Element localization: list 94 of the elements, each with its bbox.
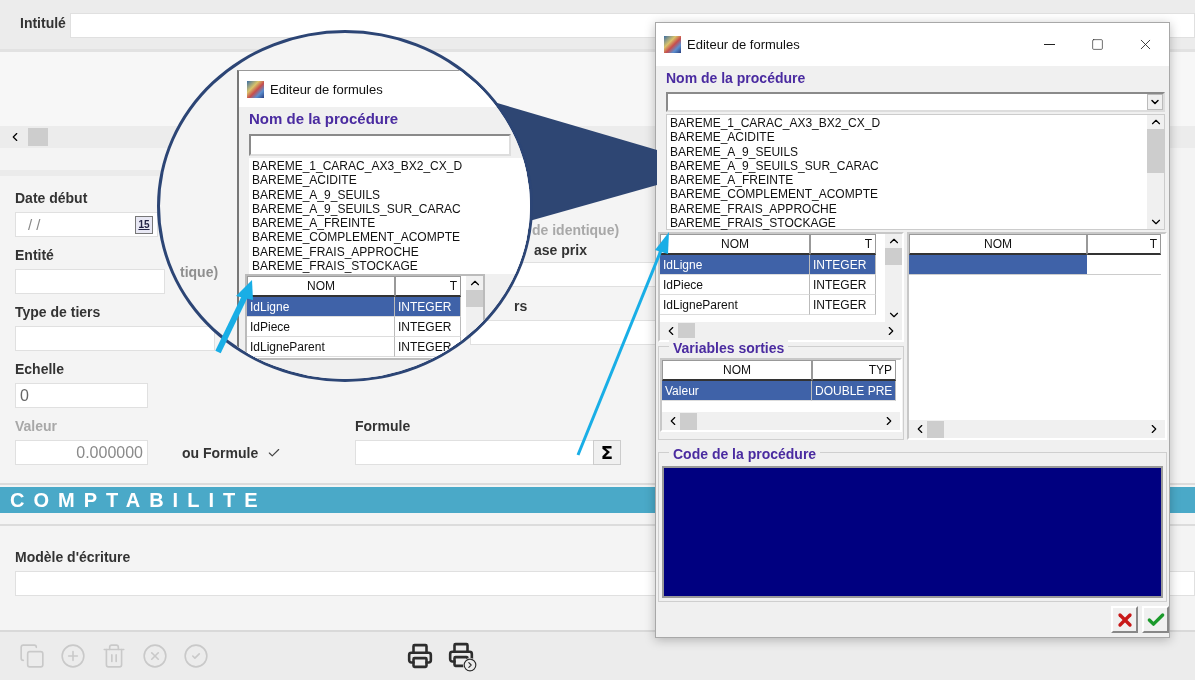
list-item[interactable]: BAREME_A_FREINTE	[670, 173, 794, 188]
confirm-button[interactable]	[1142, 606, 1169, 633]
app-icon	[664, 36, 681, 53]
column-header[interactable]: TYP	[812, 360, 896, 381]
list-item[interactable]: BAREME_FRAIS_APPROCHE	[252, 244, 419, 260]
scrollbar-thumb[interactable]	[1147, 129, 1164, 173]
list-item[interactable]: BAREME_1_CARAC_AX3_BX2_CX_D	[670, 116, 881, 131]
section-label: Nom de la procédure	[665, 69, 807, 88]
table-cell: INTEGER	[810, 275, 876, 295]
field-label: rs	[514, 297, 528, 316]
list-item[interactable]: BAREME_A_9_SEUILS_SUR_CARAC	[252, 201, 461, 217]
input-field[interactable]: 0	[15, 383, 148, 408]
table-row[interactable]: IdPiece INTEGER	[660, 275, 885, 295]
scrollbar-thumb[interactable]	[885, 248, 902, 265]
table-cell: IdPiece	[660, 275, 810, 295]
hint-text: de identique)	[532, 222, 620, 238]
table-cell: INTEGER	[810, 255, 876, 275]
list-item[interactable]: BAREME_1_CARAC_AX3_BX2_CX_D	[252, 159, 463, 174]
vertical-scrollbar[interactable]	[1147, 115, 1164, 229]
field-label: ase prix	[534, 241, 587, 260]
column-header[interactable]: T	[395, 276, 461, 297]
calendar-button[interactable]: 15	[135, 215, 153, 234]
column-header[interactable]: NOM	[660, 234, 810, 255]
table-row[interactable]: IdLigneParent INTEGER	[247, 337, 466, 357]
field-label: Modèle d'écriture	[15, 548, 131, 567]
field-label: Valeur	[15, 417, 58, 436]
field-label: Echelle	[15, 360, 65, 379]
window-title: Editeur de formules	[270, 81, 384, 97]
list-item[interactable]: BAREME_A_9_SEUILS	[670, 144, 799, 159]
table-row[interactable]: IdPiece INTEGER	[247, 317, 466, 337]
column-header[interactable]: NOM	[247, 276, 395, 297]
app-icon	[247, 80, 264, 98]
dropdown-field[interactable]	[249, 134, 511, 156]
list-item[interactable]: BAREME_FRAIS_APPROCHE	[670, 201, 837, 217]
checkbox-label: ou Formule	[182, 443, 259, 463]
table-row[interactable]: Valeur DOUBLE PRE	[662, 381, 900, 401]
x-circle-icon	[142, 643, 168, 669]
table-cell: IdLigne	[247, 297, 395, 317]
table-cell: INTEGER	[395, 297, 461, 317]
maximize-icon	[1090, 38, 1104, 51]
table-row[interactable]: IdLigneParent INTEGER	[660, 295, 885, 315]
scrollbar-thumb[interactable]	[927, 420, 944, 438]
list-item[interactable]: BAREME_FRAIS_STOCKAGE	[252, 259, 418, 274]
printer-icon	[407, 643, 433, 669]
print-button[interactable]	[406, 642, 434, 670]
formula-button[interactable]: Σ	[593, 440, 621, 465]
dropdown-field[interactable]	[666, 92, 1165, 112]
section-label: Nom de la procédure	[248, 109, 400, 129]
column-header[interactable]: T	[810, 234, 876, 255]
print-export-button[interactable]	[447, 642, 475, 670]
field-label: Intitulé	[20, 14, 66, 33]
table-row[interactable]: IdLigne INTEGER	[247, 297, 466, 317]
list-item[interactable]: BAREME_COMPLEMENT_ACOMPTE	[670, 187, 879, 202]
scrollbar-thumb[interactable]	[680, 412, 697, 430]
field-label: Formule	[355, 417, 411, 436]
scrollbar-thumb[interactable]	[466, 290, 483, 307]
column-header[interactable]: T	[1087, 234, 1161, 255]
minimize-icon	[1043, 44, 1055, 45]
list-item[interactable]: BAREME_A_9_SEUILS	[252, 187, 381, 202]
table-cell: Valeur	[662, 381, 812, 401]
printer-arrow-icon	[447, 642, 475, 670]
column-header[interactable]: NOM	[662, 360, 812, 381]
field-label: Entité	[15, 246, 54, 265]
table-cell: INTEGER	[810, 295, 876, 315]
input-field[interactable]: Σ	[355, 440, 621, 465]
field-label: Type de tiers	[15, 303, 101, 322]
table-cell: DOUBLE PRE	[812, 381, 896, 401]
table-cell: IdLigneParent	[247, 337, 395, 357]
scrollbar-thumb[interactable]	[28, 128, 48, 146]
list-item[interactable]: BAREME_FRAIS_STOCKAGE	[670, 216, 836, 231]
table-cell: IdLigneParent	[660, 295, 810, 315]
list-item[interactable]: BAREME_ACIDITE	[670, 130, 775, 145]
window-title: Editeur de formules	[687, 37, 801, 52]
list-item[interactable]: BAREME_A_FREINTE	[252, 216, 376, 231]
copy-icon	[19, 643, 45, 669]
date-field[interactable]: / / 15	[15, 212, 158, 237]
input-field[interactable]	[15, 269, 165, 294]
dropdown-button[interactable]	[1147, 94, 1163, 110]
field-label: Date début	[15, 189, 88, 208]
table-cell: INTEGER	[395, 317, 461, 337]
table-cell: IdPiece	[247, 317, 395, 337]
column-header[interactable]: NOM	[909, 234, 1087, 255]
cancel-button[interactable]	[1111, 606, 1138, 633]
trash-icon	[101, 643, 127, 669]
check-circle-icon	[183, 643, 209, 669]
list-item[interactable]: BAREME_ACIDITE	[252, 173, 357, 188]
hint-text: tique)	[180, 264, 219, 280]
table-row[interactable]: IdLigne INTEGER	[660, 255, 885, 275]
list-item[interactable]: BAREME_COMPLEMENT_ACOMPTE	[252, 230, 461, 245]
plus-circle-icon	[60, 643, 86, 669]
table-cell: IdLigne	[660, 255, 810, 275]
table-cell: INTEGER	[395, 337, 461, 357]
input-field[interactable]	[15, 326, 215, 351]
list-item[interactable]: BAREME_A_9_SEUILS_SUR_CARAC	[670, 158, 879, 174]
